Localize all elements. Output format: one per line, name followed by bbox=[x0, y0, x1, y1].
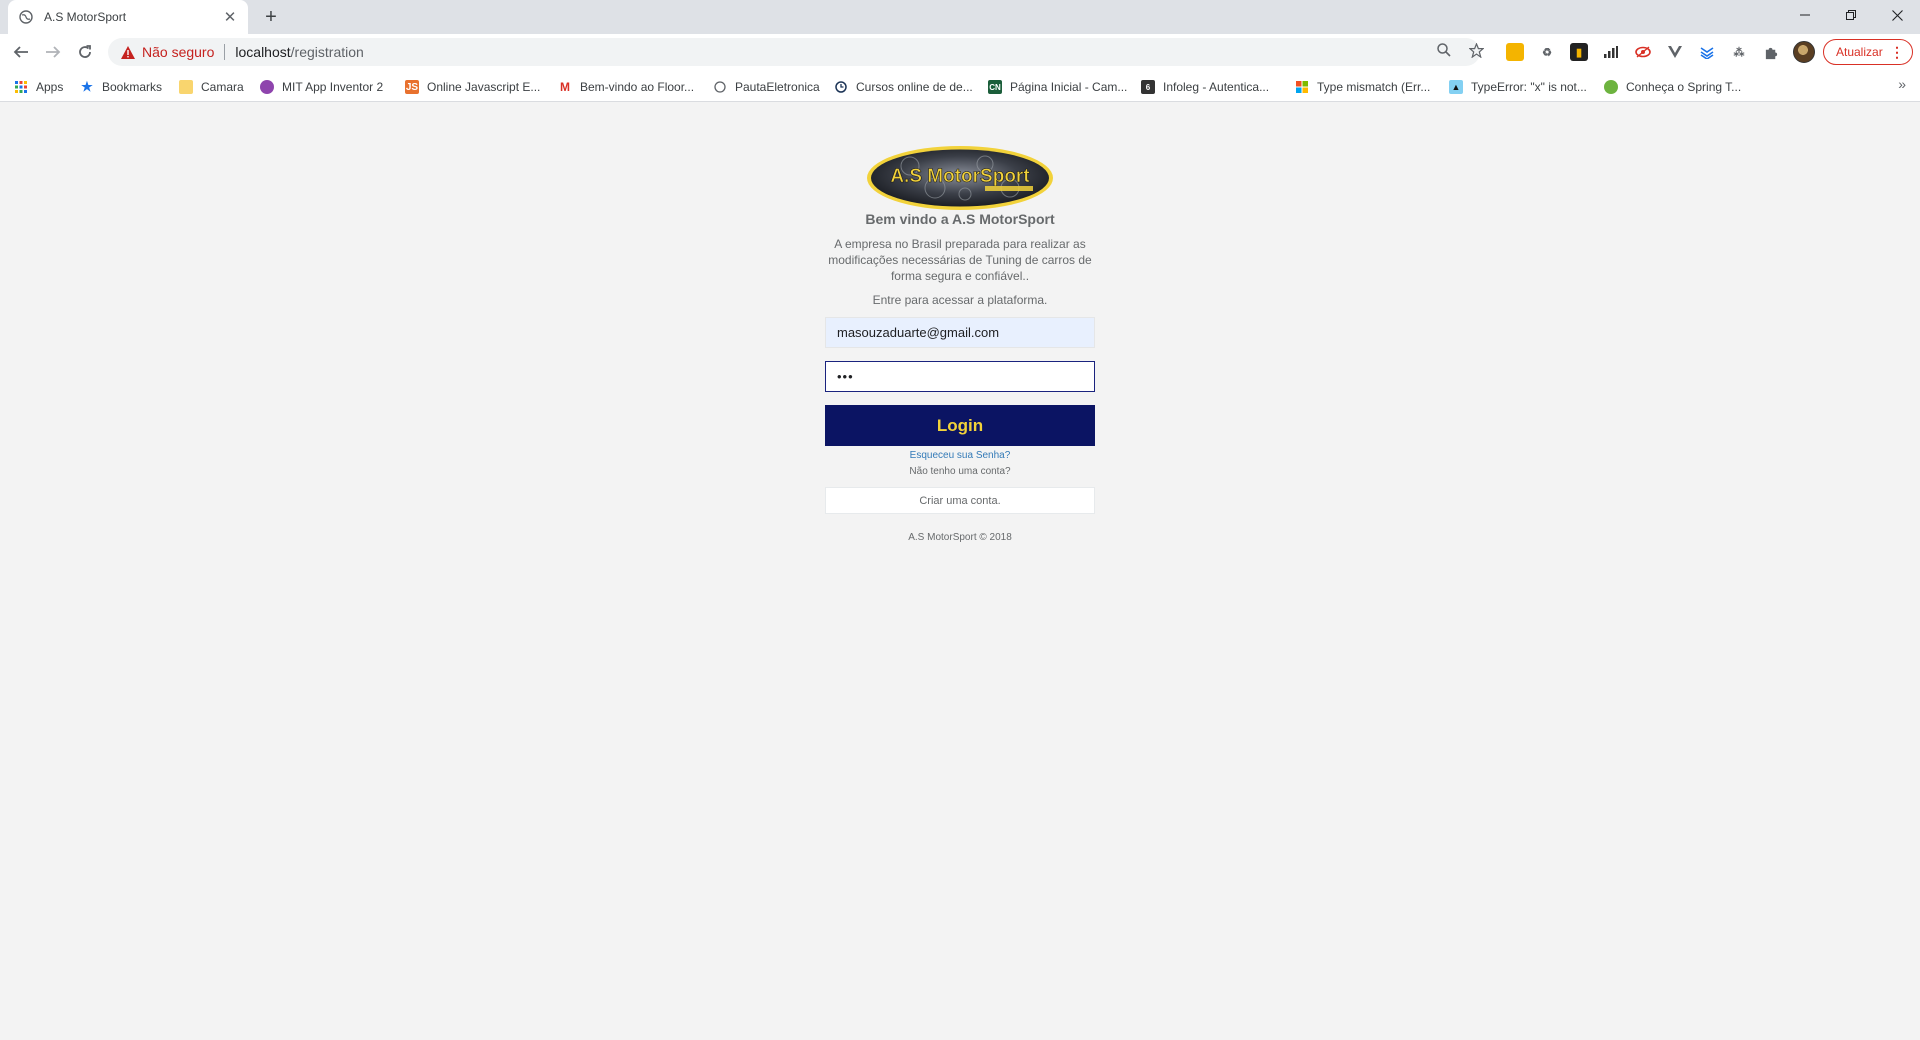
bookmark-spring[interactable]: Conheça o Spring T... bbox=[1604, 78, 1741, 96]
logo-text: A.S MotorSport bbox=[890, 166, 1030, 187]
bookmark-pauta[interactable]: PautaEletronica bbox=[713, 78, 820, 96]
mdn-icon: ▲ bbox=[1449, 80, 1463, 94]
close-window-icon[interactable] bbox=[1874, 0, 1920, 30]
reload-icon[interactable] bbox=[72, 39, 98, 65]
folder-icon bbox=[179, 80, 193, 94]
back-arrow-icon[interactable] bbox=[8, 39, 34, 65]
bookmark-label: Conheça o Spring T... bbox=[1626, 80, 1742, 94]
microsoft-icon bbox=[1295, 80, 1309, 94]
bookmark-label: Apps bbox=[36, 80, 64, 94]
bookmark-label: Bem-vindo ao Floor... bbox=[580, 80, 695, 94]
company-logo: A.S MotorSport bbox=[867, 146, 1053, 210]
extension-recycle-icon[interactable]: ♻ bbox=[1538, 43, 1556, 61]
update-label: Atualizar bbox=[1836, 45, 1883, 59]
browser-toolbar: Não seguro localhost/registration ♻ ▮ ⁂ … bbox=[0, 34, 1920, 70]
bookmark-apps[interactable]: Apps bbox=[14, 78, 63, 96]
bookmark-online-javascript[interactable]: JS Online Javascript E... bbox=[405, 78, 540, 96]
extension-signal-icon[interactable] bbox=[1602, 43, 1620, 61]
address-divider bbox=[224, 44, 226, 60]
bookmark-bookmarks[interactable]: ★ Bookmarks bbox=[80, 78, 162, 96]
apps-grid-icon bbox=[14, 80, 28, 94]
cn-icon: CN bbox=[988, 80, 1002, 94]
login-prompt: Entre para acessar a plataforma. bbox=[872, 293, 1048, 307]
extension-terminal-icon[interactable]: ▮ bbox=[1570, 43, 1588, 61]
address-bar[interactable]: Não seguro localhost/registration bbox=[108, 38, 1480, 66]
browser-tab[interactable]: A.S MotorSport ✕ bbox=[8, 0, 248, 34]
bookmark-floor[interactable]: M Bem-vindo ao Floor... bbox=[558, 78, 694, 96]
update-button[interactable]: Atualizar ⋮ bbox=[1823, 39, 1913, 65]
menu-dots-icon: ⋮ bbox=[1890, 44, 1904, 60]
extensions-puzzle-icon[interactable] bbox=[1762, 43, 1780, 61]
zoom-icon[interactable] bbox=[1434, 40, 1454, 60]
create-account-button[interactable]: Criar uma conta. bbox=[825, 487, 1095, 514]
no-account-text: Não tenho uma conta? bbox=[909, 466, 1011, 477]
extension-eye-icon[interactable] bbox=[1634, 43, 1652, 61]
security-label[interactable]: Não seguro bbox=[142, 44, 214, 60]
app-inventor-icon bbox=[260, 80, 274, 94]
bookmark-cursos[interactable]: Cursos online de de... bbox=[834, 78, 973, 96]
bookmark-mit-app-inventor[interactable]: MIT App Inventor 2 bbox=[260, 78, 383, 96]
email-field[interactable] bbox=[825, 317, 1095, 348]
extension-vue-icon[interactable] bbox=[1666, 43, 1684, 61]
extension-folder-icon[interactable] bbox=[1506, 43, 1524, 61]
bookmark-label: Infoleg - Autentica... bbox=[1163, 80, 1270, 94]
url-host: localhost bbox=[235, 44, 291, 60]
bookmark-label: Página Inicial - Cam... bbox=[1010, 80, 1128, 94]
minimize-icon[interactable] bbox=[1782, 0, 1828, 30]
bookmark-label: Online Javascript E... bbox=[427, 80, 541, 94]
copyright-text: A.S MotorSport © 2018 bbox=[908, 532, 1012, 543]
bookmark-pagina-inicial[interactable]: CN Página Inicial - Cam... bbox=[988, 78, 1127, 96]
new-tab-button[interactable]: + bbox=[260, 6, 282, 28]
bookmark-camara[interactable]: Camara bbox=[179, 78, 244, 96]
password-field[interactable] bbox=[825, 361, 1095, 392]
bookmark-label: Bookmarks bbox=[102, 80, 163, 94]
extension-sparkle-icon[interactable]: ⁂ bbox=[1730, 43, 1748, 61]
bookmark-typeerror[interactable]: ▲ TypeError: "x" is not... bbox=[1449, 78, 1587, 96]
star-icon: ★ bbox=[81, 79, 93, 94]
bookmark-label: TypeError: "x" is not... bbox=[1471, 80, 1587, 94]
gmail-icon: M bbox=[560, 80, 570, 94]
extension-layers-icon[interactable] bbox=[1698, 43, 1716, 61]
globe-icon bbox=[18, 9, 34, 25]
bookmark-infoleg[interactable]: 6 Infoleg - Autentica... bbox=[1141, 78, 1269, 96]
infoleg-icon: 6 bbox=[1141, 80, 1155, 94]
restore-icon[interactable] bbox=[1828, 0, 1874, 30]
bookmark-label: PautaEletronica bbox=[735, 80, 820, 94]
bookmark-label: Camara bbox=[201, 80, 244, 94]
profile-avatar[interactable] bbox=[1793, 41, 1815, 63]
bookmark-label: Cursos online de de... bbox=[856, 80, 973, 94]
page-content: A.S MotorSport Bem vindo a A.S MotorSpor… bbox=[0, 103, 1920, 1040]
tab-title: A.S MotorSport bbox=[44, 10, 127, 24]
url-path: /registration bbox=[290, 44, 364, 60]
close-tab-icon[interactable]: ✕ bbox=[222, 9, 238, 26]
warning-icon bbox=[120, 44, 136, 60]
chevron-double-right-icon[interactable]: » bbox=[1898, 76, 1906, 92]
clock-icon bbox=[834, 80, 848, 94]
login-button[interactable]: Login bbox=[825, 405, 1095, 446]
bookmarks-bar: Apps ★ Bookmarks Camara MIT App Inventor… bbox=[0, 70, 1920, 102]
company-description: A empresa no Brasil preparada para reali… bbox=[828, 237, 1092, 283]
bookmark-label: Type mismatch (Err... bbox=[1317, 80, 1431, 94]
forward-arrow-icon[interactable] bbox=[40, 39, 66, 65]
tab-strip: A.S MotorSport ✕ + bbox=[0, 0, 1920, 34]
spring-icon bbox=[1604, 80, 1618, 94]
welcome-heading: Bem vindo a A.S MotorSport bbox=[865, 211, 1055, 227]
globe-icon bbox=[713, 80, 727, 94]
js-icon: JS bbox=[405, 80, 419, 94]
forgot-password-link[interactable]: Esqueceu sua Senha? bbox=[825, 450, 1095, 461]
bookmark-type-mismatch[interactable]: Type mismatch (Err... bbox=[1295, 78, 1430, 96]
bookmark-label: MIT App Inventor 2 bbox=[282, 80, 384, 94]
bookmark-star-icon[interactable] bbox=[1466, 40, 1486, 60]
